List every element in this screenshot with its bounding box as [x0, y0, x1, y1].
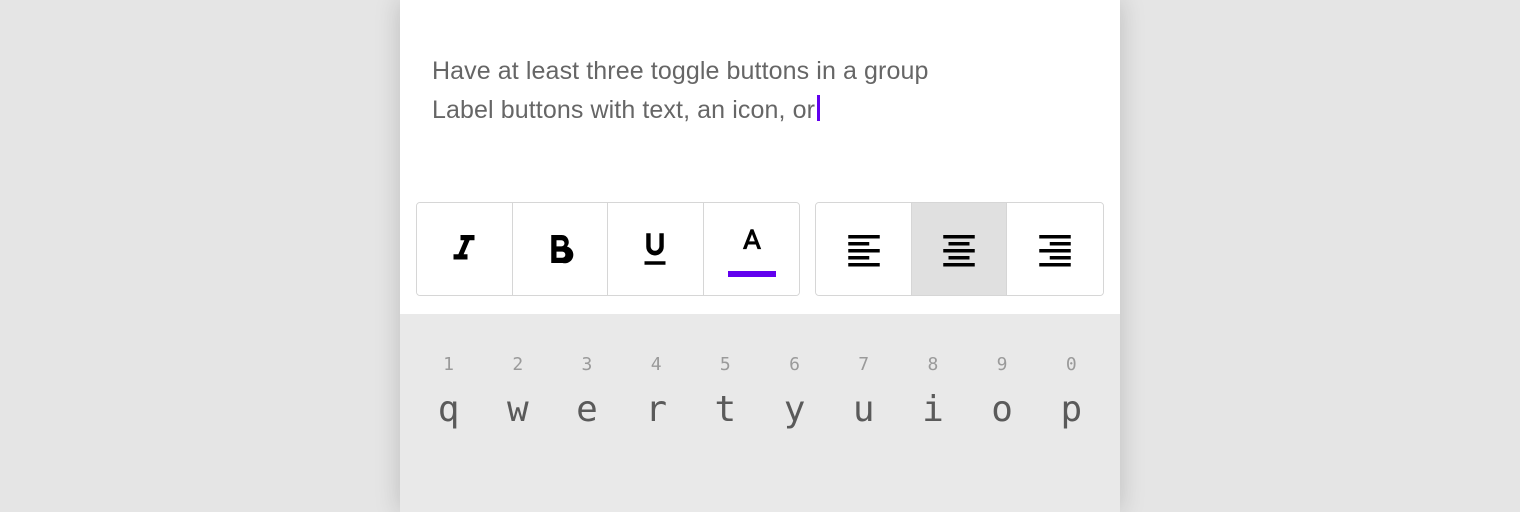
key-hint: 5 [694, 354, 756, 375]
key-hint: 8 [902, 354, 964, 375]
on-screen-keyboard: 1 2 3 4 5 6 7 8 9 0 q w e r t y u i o p [400, 314, 1120, 512]
underline-icon [634, 228, 676, 270]
key[interactable]: w [487, 389, 549, 430]
key-hint: 7 [833, 354, 895, 375]
device-frame: Toggle button requirements: Have at leas… [400, 0, 1120, 512]
key[interactable]: y [764, 389, 826, 430]
key-hint: 6 [764, 354, 826, 375]
italic-icon [443, 228, 485, 270]
formatting-toolbar [400, 202, 1120, 314]
underline-button[interactable] [608, 203, 704, 295]
text-style-group [416, 202, 800, 296]
align-right-button[interactable] [1007, 203, 1103, 295]
document-area[interactable]: Toggle button requirements: Have at leas… [400, 0, 1120, 202]
keyboard-number-row: 1 2 3 4 5 6 7 8 9 0 [400, 354, 1120, 375]
italic-button[interactable] [417, 203, 513, 295]
align-left-button[interactable] [816, 203, 912, 295]
text-color-swatch [728, 271, 776, 277]
align-left-icon [843, 228, 885, 270]
key[interactable]: i [902, 389, 964, 430]
key-hint: 9 [971, 354, 1033, 375]
key[interactable]: r [625, 389, 687, 430]
key[interactable]: e [556, 389, 618, 430]
text-color-button[interactable] [704, 203, 800, 295]
bold-button[interactable] [513, 203, 609, 295]
key-hint: 1 [418, 354, 480, 375]
key[interactable]: t [694, 389, 756, 430]
keyboard-letter-row: q w e r t y u i o p [400, 389, 1120, 430]
key[interactable]: u [833, 389, 895, 430]
key-hint: 3 [556, 354, 618, 375]
key-hint: 2 [487, 354, 549, 375]
body-text: Have at least three toggle buttons in a … [432, 52, 1088, 130]
align-center-icon [938, 228, 980, 270]
body-line-2: Label buttons with text, an icon, or [432, 96, 815, 124]
text-caret [817, 95, 820, 121]
bold-icon [539, 228, 581, 270]
body-line-1: Have at least three toggle buttons in a … [432, 57, 929, 85]
align-center-button[interactable] [912, 203, 1008, 295]
key-hint: 4 [625, 354, 687, 375]
text-color-icon [735, 225, 769, 259]
key[interactable]: q [418, 389, 480, 430]
key[interactable]: o [971, 389, 1033, 430]
alignment-group [815, 202, 1104, 296]
key-hint: 0 [1040, 354, 1102, 375]
key[interactable]: p [1040, 389, 1102, 430]
align-right-icon [1034, 228, 1076, 270]
